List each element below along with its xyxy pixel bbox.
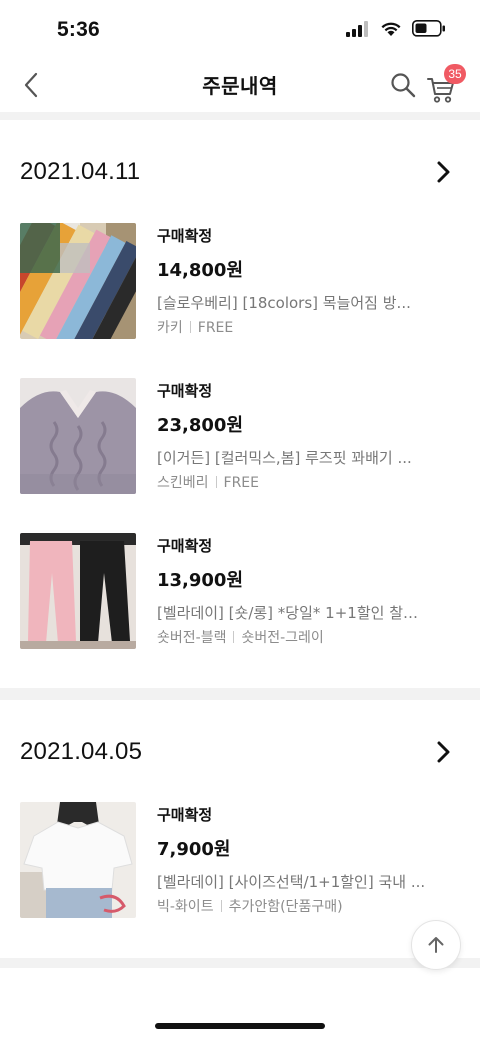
scroll-to-top-button[interactable] [411, 920, 461, 970]
item-price: 7,900원 [157, 839, 231, 860]
product-thumbnail[interactable] [20, 223, 136, 339]
option-divider [189, 321, 191, 333]
option-value: FREE [223, 475, 260, 491]
cart-button[interactable]: 35 [426, 64, 466, 106]
option-value: 스킨베리 [157, 475, 209, 491]
item-options: 스킨베리 FREE [157, 472, 457, 494]
option-value: 추가안함(단품구매) [228, 899, 343, 915]
item-options: 카키 FREE [157, 317, 457, 339]
product-image-knit-sweater [20, 378, 136, 494]
item-title: [슬로우베리] [18colors] 목늘어짐 방... [157, 294, 411, 312]
order-item[interactable]: 구매확정 23,800원 [이거든] [컬러믹스,봄] 루즈핏 꽈배기 ... … [0, 378, 480, 494]
option-value: 카키 [157, 320, 183, 336]
battery-icon [412, 20, 445, 37]
item-price: 13,900원 [157, 570, 244, 591]
order-item[interactable]: 구매확정 14,800원 [슬로우베리] [18colors] 목늘어짐 방..… [0, 223, 480, 339]
chevron-right-icon [437, 741, 450, 763]
order-item[interactable]: 구매확정 7,900원 [벨라데이] [사이즈선택/1+1할인] 국내 ... … [0, 802, 480, 918]
order-status: 구매확정 [157, 382, 213, 400]
product-image-wide-pants [20, 533, 136, 649]
search-icon [391, 73, 416, 98]
order-group: 2021.04.11 구매확정 14,800원 [슬로우베리] [18color… [0, 150, 480, 670]
option-value: FREE [197, 320, 234, 336]
option-divider [220, 900, 222, 912]
wifi-icon [381, 22, 401, 36]
product-image-white-tshirt [20, 802, 136, 918]
order-date: 2021.04.11 [20, 158, 141, 185]
order-status: 구매확정 [157, 537, 213, 555]
app-header: 주문내역 35 [0, 60, 480, 112]
section-separator [0, 958, 480, 968]
status-icons [346, 20, 446, 37]
order-date-row[interactable]: 2021.04.05 [0, 730, 480, 790]
item-title: [이거든] [컬러믹스,봄] 루즈핏 꽈배기 ... [157, 449, 412, 467]
status-bar: 5:36 [0, 0, 480, 60]
order-date: 2021.04.05 [20, 738, 143, 765]
section-separator [0, 688, 480, 700]
order-group: 2021.04.05 구매확정 7,900원 [벨라데이] [사이즈선택/1+1… [0, 730, 480, 950]
search-button[interactable] [386, 68, 420, 102]
product-thumbnail[interactable] [20, 533, 136, 649]
item-options: 빅-화이트 추가안함(단품구매) [157, 896, 457, 918]
section-separator [0, 112, 480, 120]
item-title: [벨라데이] [사이즈선택/1+1할인] 국내 ... [157, 873, 426, 891]
order-date-row[interactable]: 2021.04.11 [0, 150, 480, 210]
product-image-stacked-shirts [20, 223, 136, 339]
item-title: [벨라데이] [숏/롱] *당일* 1+1할인 찰랑... [157, 604, 427, 622]
item-info: 구매확정 14,800원 [슬로우베리] [18colors] 목늘어짐 방..… [157, 223, 457, 339]
cellular-signal-icon [346, 20, 368, 37]
item-info: 구매확정 7,900원 [벨라데이] [사이즈선택/1+1할인] 국내 ... … [157, 802, 457, 918]
product-thumbnail[interactable] [20, 802, 136, 918]
home-indicator [155, 1023, 325, 1029]
item-info: 구매확정 13,900원 [벨라데이] [숏/롱] *당일* 1+1할인 찰랑.… [157, 533, 457, 649]
order-item[interactable]: 구매확정 13,900원 [벨라데이] [숏/롱] *당일* 1+1할인 찰랑.… [0, 533, 480, 649]
item-price: 14,800원 [157, 260, 244, 281]
item-price: 23,800원 [157, 415, 244, 436]
item-options: 숏버전-블랙 숏버전-그레이 [157, 627, 457, 649]
option-value: 숏버전-블랙 [157, 630, 227, 646]
option-value: 숏버전-그레이 [241, 630, 324, 646]
order-status: 구매확정 [157, 806, 213, 824]
chevron-right-icon [437, 161, 450, 183]
cart-count-badge: 35 [444, 64, 466, 84]
item-info: 구매확정 23,800원 [이거든] [컬러믹스,봄] 루즈핏 꽈배기 ... … [157, 378, 457, 494]
option-divider [233, 631, 235, 643]
arrow-up-icon [428, 937, 444, 953]
option-divider [215, 476, 217, 488]
product-thumbnail[interactable] [20, 378, 136, 494]
option-value: 빅-화이트 [157, 899, 214, 915]
status-time: 5:36 [57, 18, 100, 41]
order-status: 구매확정 [157, 227, 213, 245]
